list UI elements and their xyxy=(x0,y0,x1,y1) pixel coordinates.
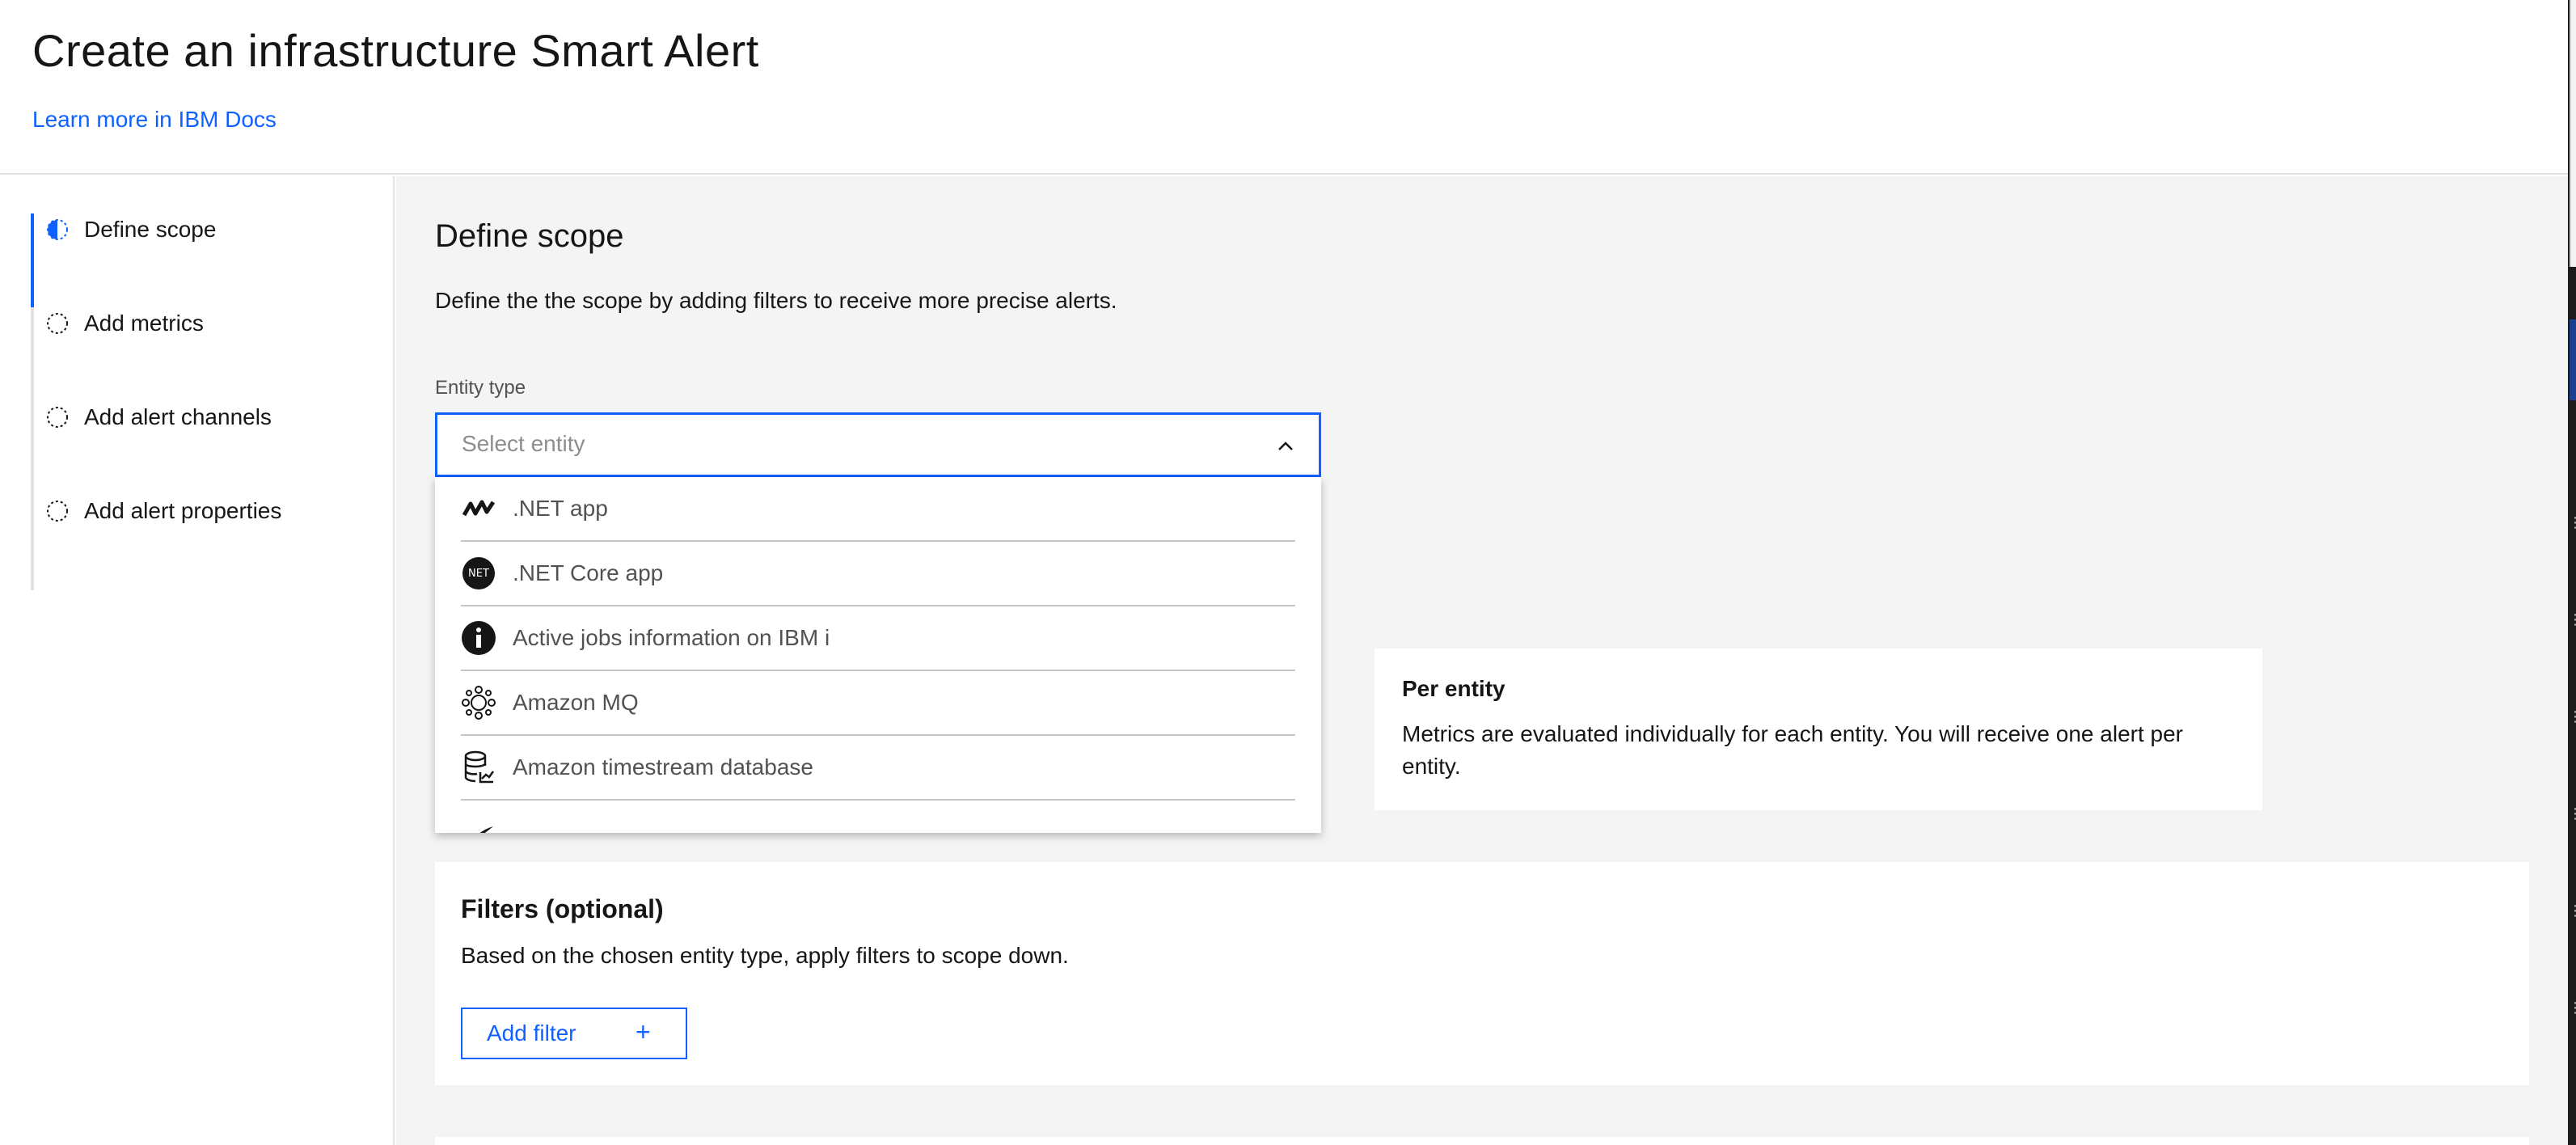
drag-handle-icon[interactable]: ⋮ xyxy=(2568,612,2576,627)
drag-handle-icon[interactable]: ⋮ xyxy=(2568,903,2576,918)
entity-option-label: .NET app xyxy=(513,496,608,521)
plus-icon: + xyxy=(636,1017,651,1046)
page-header: Create an infrastructure Smart Alert Lea… xyxy=(0,0,2568,175)
entity-option[interactable]: Active jobs information on IBM i xyxy=(461,606,1295,671)
step-add-alert-channels[interactable]: Add alert channels xyxy=(45,393,272,442)
page-title: Create an infrastructure Smart Alert xyxy=(32,25,759,76)
per-entity-text: Metrics are evaluated individually for e… xyxy=(1402,721,2183,779)
window-edge: ⋮ ⋮ ⋮ ⋮ ⋮ ⋮ xyxy=(2568,0,2576,1145)
drag-handle-icon[interactable]: ⋮ xyxy=(2568,1000,2576,1015)
entity-option-label: Amazon timestream database xyxy=(513,754,813,780)
next-section-card xyxy=(435,1137,2529,1145)
step-add-metrics[interactable]: Add metrics xyxy=(45,299,204,348)
add-filter-label: Add filter xyxy=(487,1020,576,1046)
progress-indicator: Define scope Add metrics Add alert chann… xyxy=(0,176,395,1145)
dotnet-wave-icon xyxy=(461,491,496,526)
step-add-alert-properties[interactable]: Add alert properties xyxy=(45,487,281,535)
amazon-mq-icon xyxy=(461,685,496,720)
progress-track xyxy=(31,213,34,590)
dashed-circle-icon xyxy=(47,501,68,522)
step-label: Add alert properties xyxy=(84,498,282,523)
filters-title: Filters (optional) xyxy=(461,894,664,923)
entity-option[interactable]: NET .NET Core app xyxy=(461,542,1295,606)
filters-section: Filters (optional) Based on the chosen e… xyxy=(435,862,2529,1085)
section-description: Define the the scope by adding filters t… xyxy=(435,288,1117,313)
entity-option-label: .NET Core app xyxy=(513,560,664,585)
entity-type-select[interactable]: Select entity xyxy=(435,412,1321,477)
step-label: Add metrics xyxy=(84,311,204,336)
progress-active-marker xyxy=(31,213,34,307)
ibm-docs-link[interactable]: Learn more in IBM Docs xyxy=(32,107,277,133)
entity-option[interactable]: .NET app xyxy=(461,477,1295,542)
dashed-circle-icon xyxy=(47,313,68,334)
half-circle-icon xyxy=(47,219,68,240)
main-content: Define scope Define the the scope by add… xyxy=(396,176,2568,1145)
add-filter-button[interactable]: Add filter + xyxy=(461,1008,687,1059)
per-entity-card: Per entity Metrics are evaluated individ… xyxy=(1375,649,2262,810)
drag-handle-icon[interactable]: ⋮ xyxy=(2568,709,2576,724)
section-title: Define scope xyxy=(435,218,624,254)
info-circle-icon xyxy=(461,620,496,656)
step-define-scope[interactable]: Define scope xyxy=(45,205,216,254)
entity-option-label: Amazon MQ xyxy=(513,690,639,715)
drag-handle-icon[interactable]: ⋮ xyxy=(2568,806,2576,821)
dotnet-core-icon: NET xyxy=(461,556,496,591)
per-entity-title: Per entity xyxy=(1402,676,1505,701)
entity-type-label: Entity type xyxy=(435,377,526,399)
feather-icon xyxy=(461,815,496,833)
dashed-circle-icon xyxy=(47,407,68,428)
chevron-up-icon xyxy=(1278,442,1293,450)
smart-alert-page: Create an infrastructure Smart Alert Lea… xyxy=(0,0,2576,1145)
filters-description: Based on the chosen entity type, apply f… xyxy=(461,943,1069,968)
step-label: Define scope xyxy=(84,217,217,242)
database-icon xyxy=(461,750,496,785)
entity-option[interactable]: Amazon MQ xyxy=(461,671,1295,736)
scrollbar-thumb[interactable] xyxy=(2570,319,2576,400)
entity-option-partial[interactable] xyxy=(461,801,1295,833)
entity-select-placeholder: Select entity xyxy=(462,431,585,456)
entity-option[interactable]: Amazon timestream database xyxy=(461,736,1295,801)
drag-handle-icon[interactable]: ⋮ xyxy=(2568,515,2576,530)
step-label: Add alert channels xyxy=(84,404,272,429)
entity-dropdown-menu[interactable]: .NET app NET .NET Core app Active jobs i… xyxy=(435,477,1321,833)
scrollbar-track[interactable] xyxy=(2570,0,2576,267)
svg-text:NET: NET xyxy=(468,568,489,580)
entity-option-label: Active jobs information on IBM i xyxy=(513,625,830,650)
